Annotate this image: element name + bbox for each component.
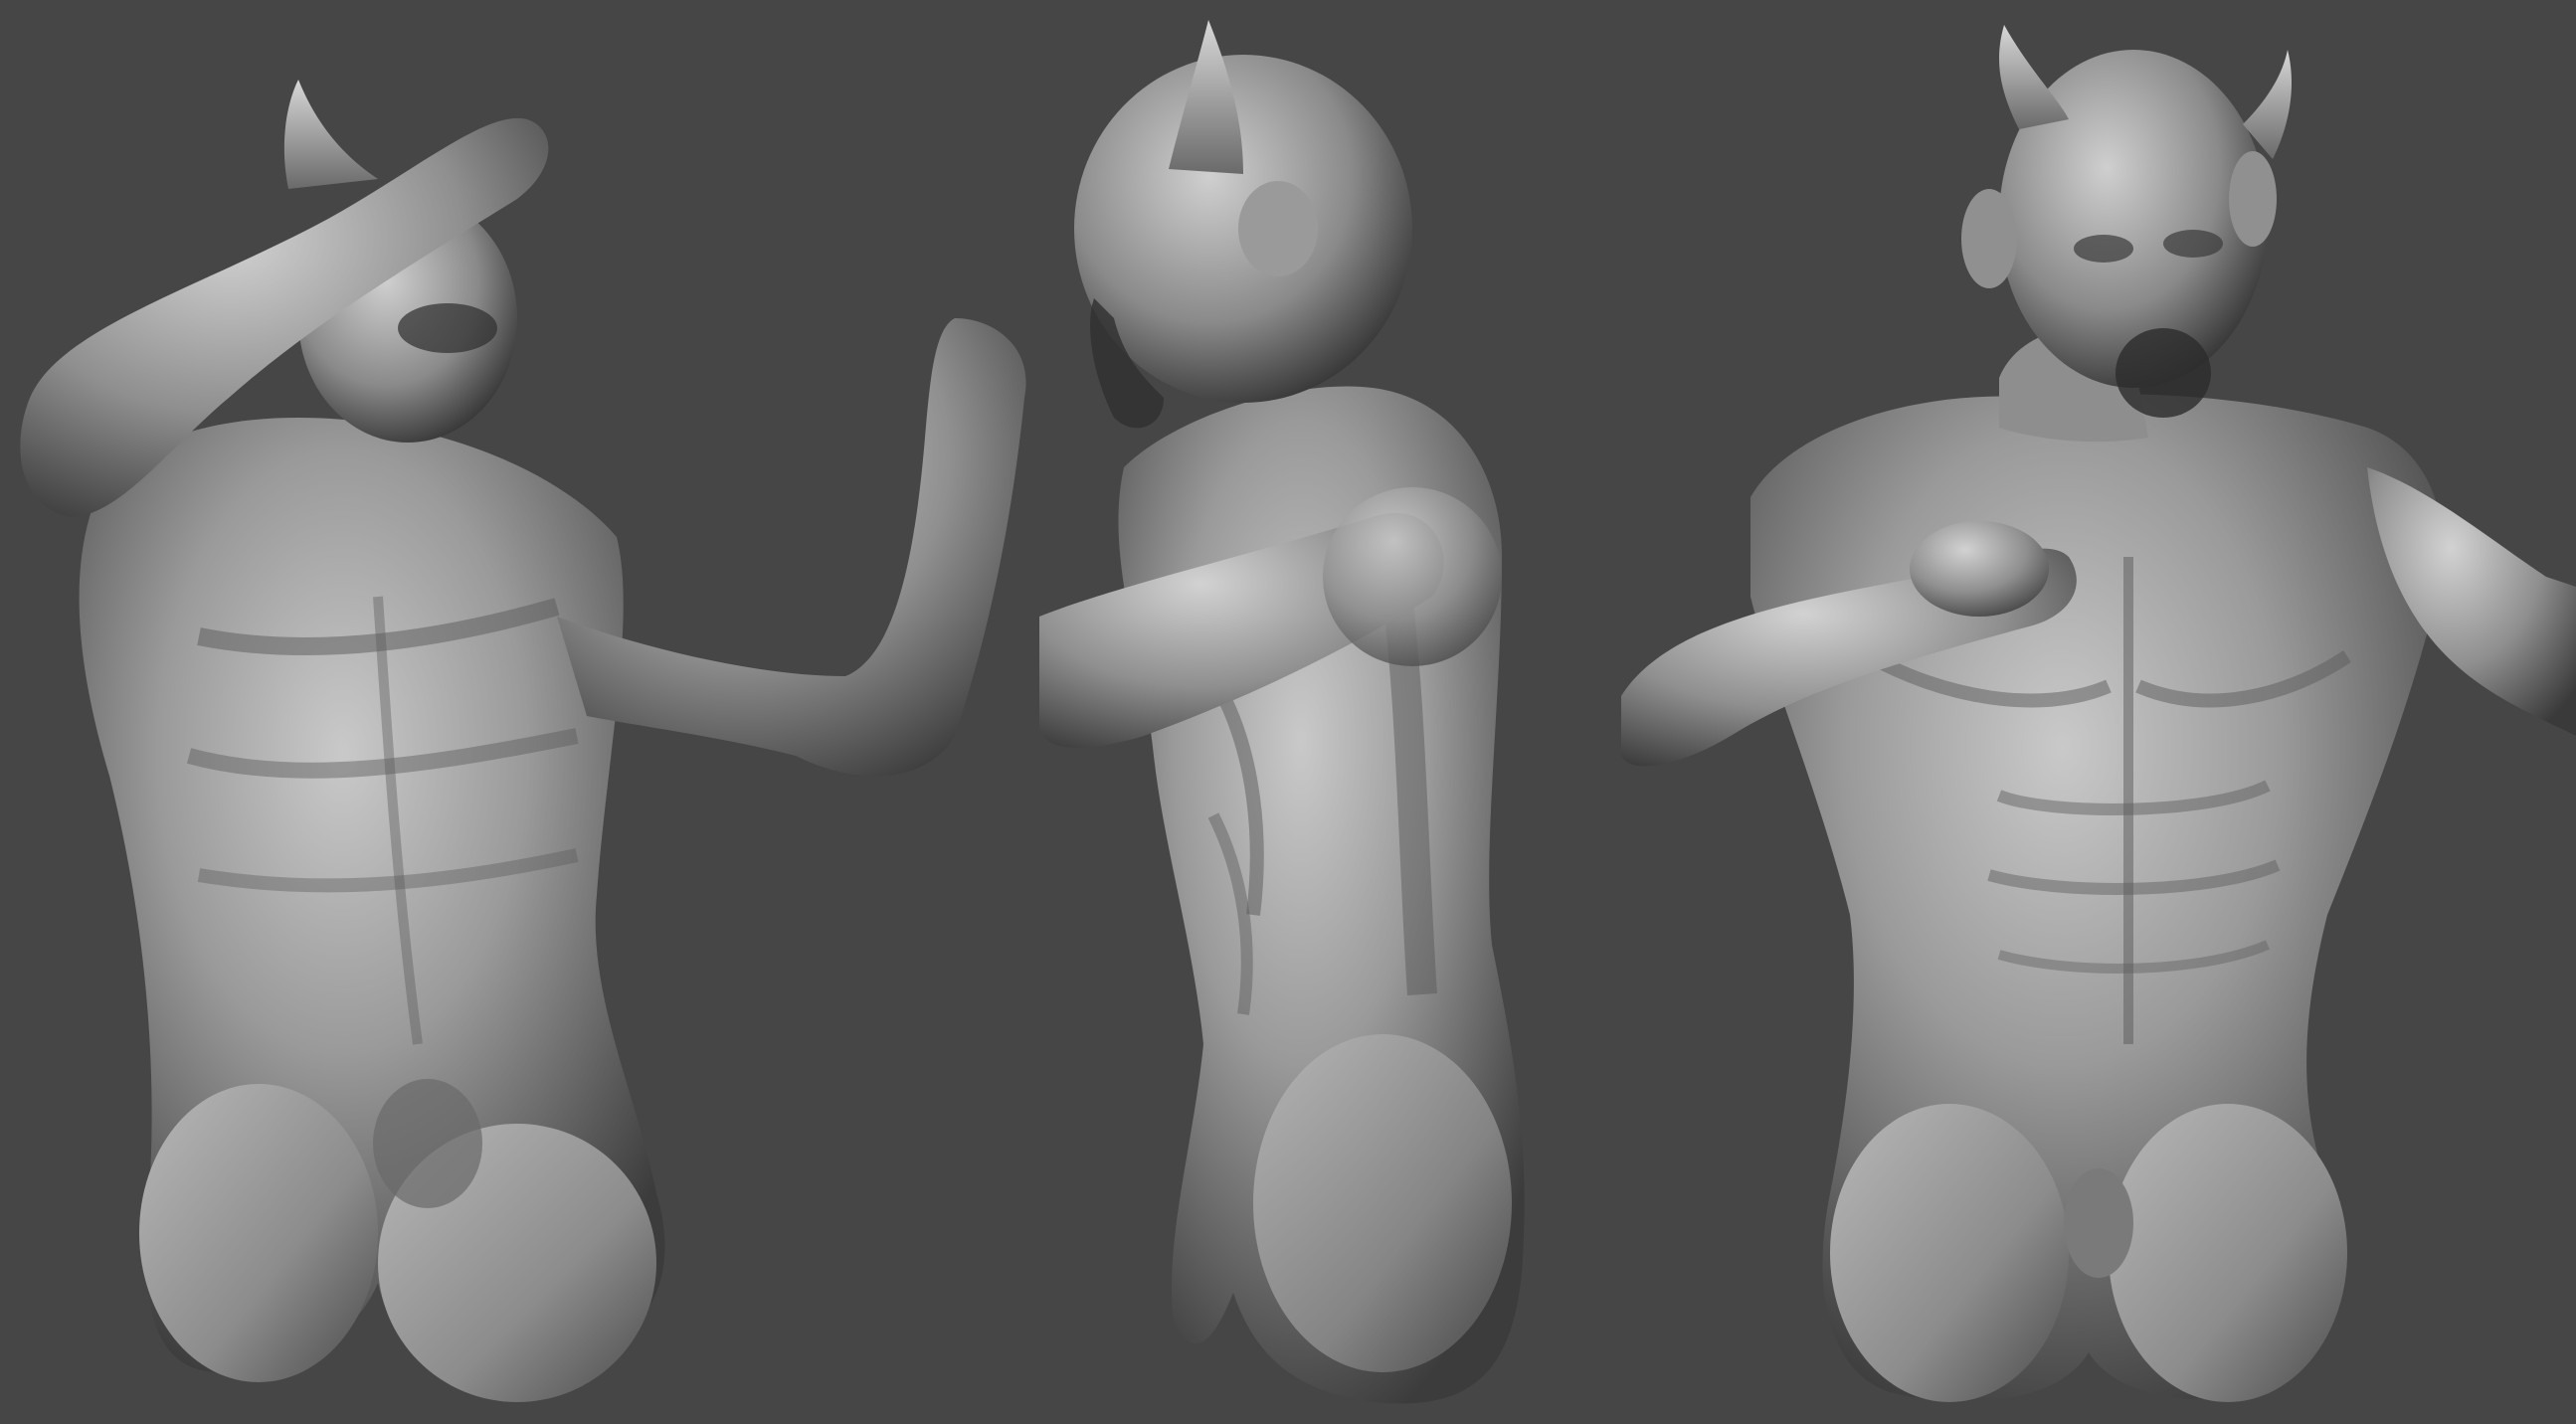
figure3-right-ear bbox=[2229, 151, 2277, 247]
figure-side-view bbox=[1039, 20, 1525, 1404]
viewport-canvas bbox=[0, 0, 2576, 1424]
figure3-right-thigh bbox=[2109, 1104, 2347, 1402]
figure3-left-thigh bbox=[1830, 1104, 2069, 1402]
figure-front-view bbox=[1621, 25, 2576, 1402]
figure1-left-thigh bbox=[139, 1084, 378, 1382]
figure1-horn bbox=[283, 80, 378, 189]
figure2-ear bbox=[1238, 181, 1318, 276]
figure3-left-ear bbox=[1961, 189, 2017, 288]
figure3-left-horn bbox=[1999, 25, 2069, 129]
figure1-extended-arm bbox=[557, 318, 1026, 777]
render-svg bbox=[20, 20, 2576, 1404]
figure-three-quarter-view bbox=[20, 80, 1026, 1402]
